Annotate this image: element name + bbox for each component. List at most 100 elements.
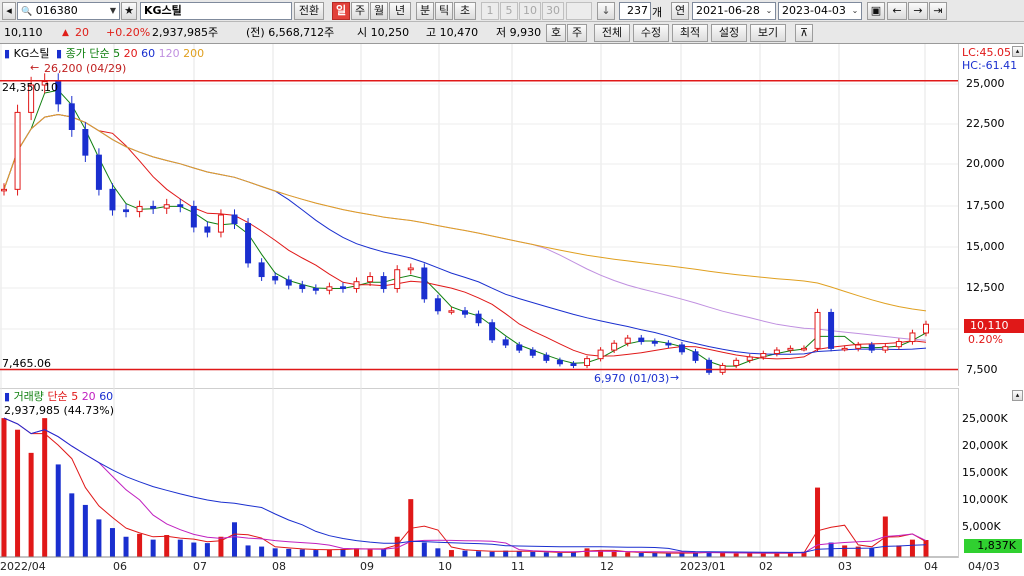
moving-average-line (3, 113, 927, 355)
last-volume-tag: 1,837K (964, 539, 1022, 553)
volume-bar (896, 545, 902, 557)
volume-bar (516, 551, 522, 557)
legend-ma-5: 5 (113, 47, 121, 60)
x-tick-label: 04/03 (968, 560, 1000, 573)
price-tick-label: 12,500 (966, 281, 1005, 294)
volume-bar (381, 548, 387, 557)
volume-bar (584, 548, 590, 557)
candle-body (136, 205, 143, 213)
candle-body (245, 223, 252, 264)
volume-bar (96, 519, 102, 557)
hline-bottom-label: 7,465.06 (2, 357, 51, 370)
price-tick-label: 7,500 (966, 363, 998, 376)
candle-body (882, 346, 889, 351)
candle-body (787, 347, 794, 351)
volume-bar (272, 548, 278, 557)
volume-legend-title: 거래량 (13, 390, 44, 403)
candle-body (123, 209, 130, 213)
volume-bar (665, 553, 671, 557)
volume-legend-value: 2,937,985 (44.73%) (4, 404, 115, 417)
candle-body (448, 310, 455, 313)
candle-body (841, 347, 848, 351)
volume-tick-label: 15,000K (962, 466, 1008, 479)
volume-bar (137, 533, 143, 557)
volume-bar (652, 552, 658, 557)
volume-bar (82, 504, 88, 557)
candle-body (502, 339, 509, 346)
x-tick-label: 2022/04 (0, 560, 46, 573)
candle-body (14, 111, 21, 190)
volume-bar (842, 545, 848, 557)
volume-bar (448, 550, 454, 557)
candle-body (380, 276, 387, 290)
volume-bar (421, 542, 427, 557)
legend-ma-200: 200 (183, 47, 205, 60)
volume-legend-ma-20: 20 (81, 390, 96, 403)
candle-body (312, 288, 319, 291)
candle-body (895, 341, 902, 348)
moving-average-line (3, 113, 927, 312)
price-legend: ▮ KG스틸 ▮ 종가 단순 5 20 60 120 200 (4, 47, 204, 61)
volume-bar (543, 552, 549, 557)
x-tick-label: 11 (511, 560, 525, 573)
candle-body (556, 359, 563, 365)
volume-tick-label: 25,000K (962, 412, 1008, 425)
moving-average-line (3, 113, 927, 360)
x-tick-label: 08 (272, 560, 286, 573)
candle-body (543, 354, 550, 361)
legend-ma-20: 20 (123, 47, 138, 60)
candle-body (204, 226, 211, 233)
hline-top-label: 24,350.10 (2, 81, 58, 94)
x-tick-label: 07 (193, 560, 207, 573)
volume-bar (109, 528, 115, 557)
candle-body (367, 276, 374, 283)
candle-body (828, 311, 835, 349)
moving-average-line (3, 113, 927, 341)
volume-tick-label: 5,000K (962, 520, 1001, 533)
candle-body (706, 359, 713, 373)
volume-bar (909, 539, 915, 557)
candle-body (868, 344, 875, 351)
candle-body (434, 298, 441, 312)
collapse-icon[interactable]: ▴ (1012, 390, 1023, 401)
candle-body (177, 204, 184, 207)
price-tick-label: 22,500 (966, 117, 1005, 130)
low-annotation: 6,970 (01/03) (594, 372, 670, 385)
candle-body (746, 356, 753, 361)
volume-bar (557, 552, 563, 557)
candle-body (421, 267, 428, 300)
volume-bar (313, 550, 319, 557)
volume-bar (774, 553, 780, 557)
volume-bar (69, 493, 75, 557)
candle-body (95, 154, 102, 190)
volume-bar (191, 542, 197, 557)
volume-bar (15, 429, 21, 557)
volume-bar (340, 548, 346, 557)
volume-bar (367, 549, 373, 557)
volume-tick-label: 10,000K (962, 493, 1008, 506)
volume-bar (530, 551, 536, 557)
candle-body (638, 337, 645, 343)
volume-legend-ma-prefix: 단순 (47, 390, 68, 403)
volume-bar (489, 551, 495, 557)
volume-bar (164, 535, 170, 557)
volume-ma-line (3, 417, 927, 554)
candle-body (231, 214, 238, 225)
volume-bar (462, 550, 468, 557)
volume-bar (299, 549, 305, 557)
candle-body (299, 284, 306, 290)
candle-body (692, 351, 699, 361)
x-tick-label: 06 (113, 560, 127, 573)
volume-bar (869, 548, 875, 557)
candle-body (462, 310, 468, 315)
candle-body (624, 337, 631, 344)
scroll-up-icon[interactable]: ▴ (1012, 46, 1023, 57)
candle-body (1, 188, 7, 192)
candle-body (597, 349, 604, 360)
volume-bar (1, 418, 7, 557)
candle-body (516, 344, 523, 351)
x-tick-label: 02 (759, 560, 773, 573)
moving-average-line (3, 89, 927, 367)
high-annotation: 26,200 (04/29) (44, 62, 127, 75)
x-tick-label: 03 (838, 560, 852, 573)
